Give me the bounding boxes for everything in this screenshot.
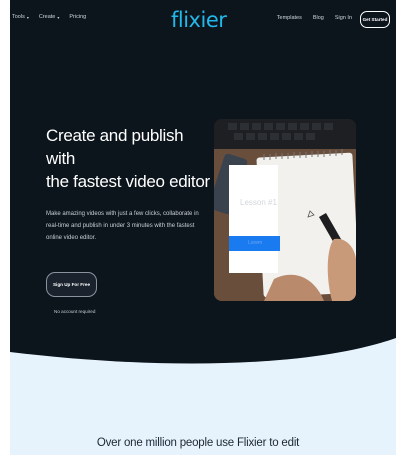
sign-up-button[interactable]: Sign Up For Free <box>46 272 97 297</box>
flixier-logo[interactable]: flixier <box>171 8 227 32</box>
nav-sign-in[interactable]: Sign In <box>335 15 352 21</box>
nav-blog[interactable]: Blog <box>313 15 324 21</box>
hero-description: Make amazing videos with just a few clic… <box>46 211 199 241</box>
nav-tools[interactable]: Tools ▾ <box>12 14 29 20</box>
nav-pricing[interactable]: Pricing <box>69 14 86 20</box>
hero-headline-line-2: the fastest video editor <box>46 172 210 191</box>
lesson-card-title: Lesson #1 <box>240 198 277 207</box>
top-nav: Tools ▾ Create ▾ Pricing flixier Templat… <box>10 0 396 42</box>
nav-tools-label: Tools <box>12 14 25 20</box>
lesson-card <box>229 165 278 273</box>
section-heading: Over one million people use Flixier to e… <box>96 437 300 449</box>
hero-headline-line-1: Create and publish with <box>46 126 184 168</box>
chevron-down-icon: ▾ <box>26 14 29 20</box>
lesson-card-bar-text: Lorem <box>248 240 263 246</box>
nav-left-menu: Tools ▾ Create ▾ Pricing <box>12 14 86 20</box>
nav-create-label: Create <box>38 14 56 20</box>
nav-pricing-label: Pricing <box>69 14 87 20</box>
page: Tools ▾ Create ▾ Pricing flixier Templat… <box>0 0 396 455</box>
nav-right-menu: Templates Blog Sign In <box>277 15 352 21</box>
chevron-down-icon: ▾ <box>57 14 60 20</box>
hero-headline: Create and publish with the fastest vide… <box>46 124 216 193</box>
get-started-button[interactable]: Get Started <box>360 11 390 28</box>
nav-templates[interactable]: Templates <box>277 15 302 21</box>
signup-note: No account required <box>54 309 96 314</box>
nav-create[interactable]: Create ▾ <box>39 14 60 20</box>
